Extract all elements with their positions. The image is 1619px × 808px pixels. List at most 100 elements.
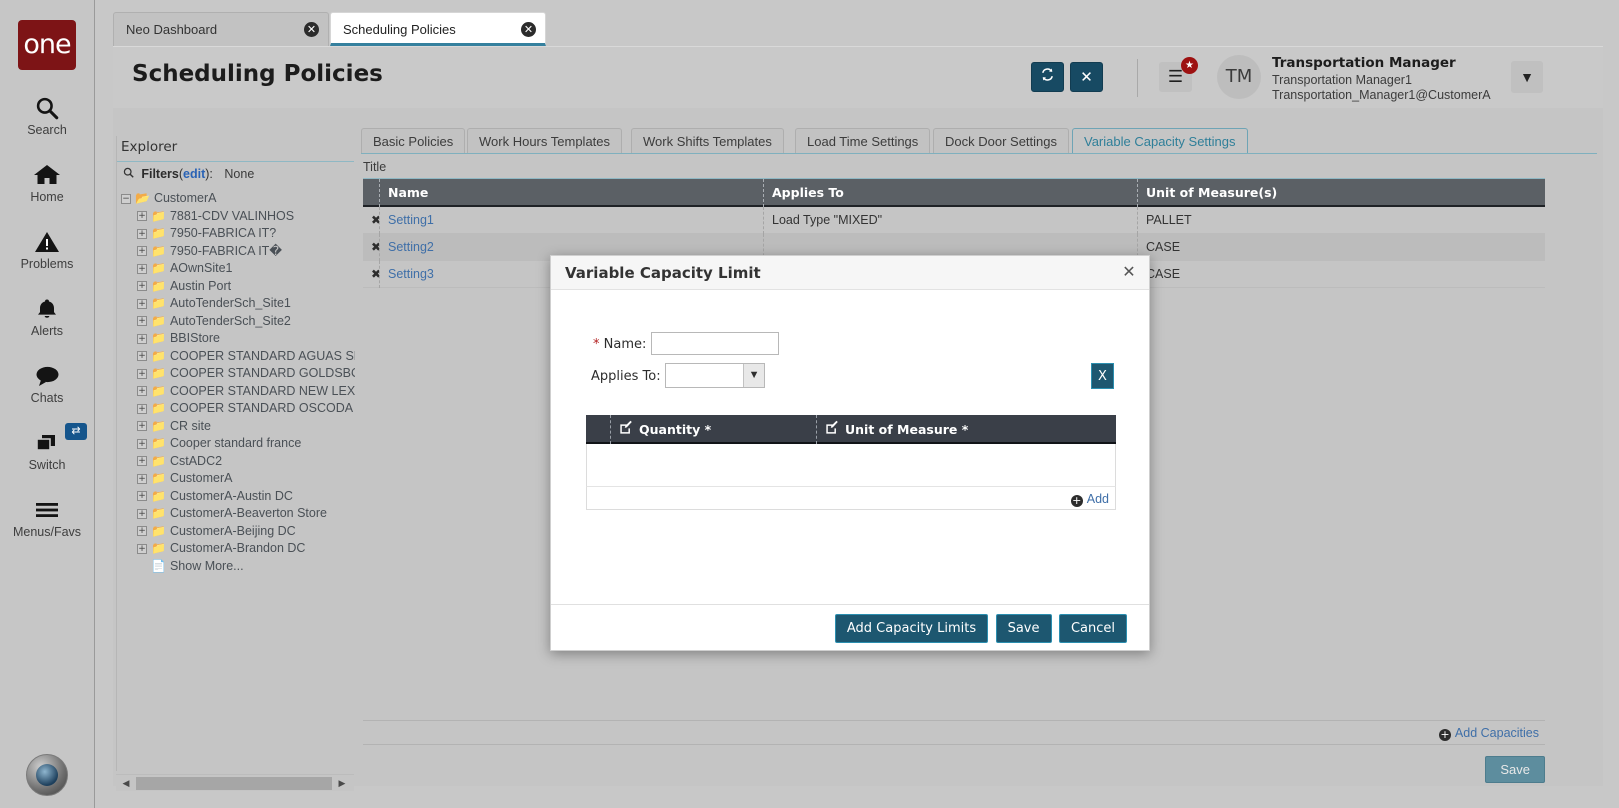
tab-work-hours-templates[interactable]: Work Hours Templates: [467, 128, 623, 154]
tree-node[interactable]: + 📁 CustomerA-Beaverton Store: [117, 505, 355, 523]
row-name-link[interactable]: Setting1: [388, 213, 434, 227]
add-capacities-link[interactable]: + Add Capacities: [1438, 726, 1545, 741]
rail-item-label: Problems: [20, 257, 74, 271]
close-icon[interactable]: ✕: [521, 22, 536, 37]
close-icon[interactable]: ✕: [304, 22, 319, 37]
rail-item-menus-favs[interactable]: Menus/Favs: [0, 494, 94, 539]
expand-toggle-icon[interactable]: +: [137, 211, 147, 222]
expand-toggle-icon[interactable]: +: [137, 298, 147, 309]
tab-load-time-settings[interactable]: Load Time Settings: [795, 128, 931, 154]
collapse-toggle-icon[interactable]: −: [121, 193, 131, 204]
expand-toggle-icon[interactable]: +: [137, 438, 147, 449]
tree-node-label: 7950-FABRICA IT?: [169, 226, 277, 240]
policy-tabs: Basic Policies Work Hours Templates Work…: [361, 128, 1597, 154]
close-icon-button[interactable]: ✕: [1070, 62, 1103, 92]
expand-toggle-icon[interactable]: +: [137, 473, 147, 484]
tree-node[interactable]: + 📁 CustomerA-Beijing DC: [117, 523, 355, 541]
tree-node[interactable]: + 📁 AutoTenderSch_Site1: [117, 295, 355, 313]
dialog-header: Variable Capacity Limit ✕: [551, 256, 1149, 290]
rail-item-problems[interactable]: Problems: [0, 226, 94, 271]
expand-toggle-icon[interactable]: +: [137, 281, 147, 292]
expand-toggle-icon[interactable]: +: [137, 421, 147, 432]
tree-node[interactable]: + 📁 AOwnSite1: [117, 260, 355, 278]
tree-node-show-more[interactable]: 📄 Show More...: [117, 558, 355, 576]
filters-value: None: [224, 167, 255, 181]
filters-edit-link[interactable]: edit: [183, 167, 205, 181]
expand-toggle-icon[interactable]: +: [137, 403, 147, 414]
tree-node[interactable]: + 📁 CustomerA-Austin DC: [117, 488, 355, 506]
expand-toggle-icon[interactable]: +: [137, 543, 147, 554]
rail-item-chats[interactable]: Chats: [0, 360, 94, 405]
expand-toggle-icon[interactable]: +: [137, 491, 147, 502]
tree-node-label: CustomerA: [169, 471, 233, 485]
tree-node[interactable]: + 📁 Cooper standard france: [117, 435, 355, 453]
expand-toggle-icon[interactable]: +: [137, 228, 147, 239]
row-name-link[interactable]: Setting2: [388, 240, 434, 254]
expand-toggle-icon[interactable]: +: [137, 316, 147, 327]
tree-node[interactable]: + 📁 7881-CDV VALINHOS: [117, 208, 355, 226]
column-header-unit-of-measure[interactable]: Unit of Measure(s): [1137, 179, 1527, 207]
scrollbar-thumb[interactable]: [136, 777, 332, 790]
chevron-down-icon[interactable]: ▼: [1511, 61, 1543, 93]
column-header-name[interactable]: Name: [379, 179, 763, 207]
name-input[interactable]: [650, 332, 779, 355]
remove-applies-to-button[interactable]: X: [1091, 363, 1114, 389]
rail-item-search[interactable]: Search: [0, 92, 94, 137]
tab-variable-capacity-settings[interactable]: Variable Capacity Settings: [1072, 128, 1248, 154]
add-capacity-row-link[interactable]: + Add: [1070, 492, 1115, 507]
browser-tab-scheduling-policies[interactable]: Scheduling Policies ✕: [330, 12, 546, 46]
header-divider: [1137, 59, 1138, 97]
tree-node[interactable]: − 📂 CustomerA: [117, 190, 355, 208]
tree-node[interactable]: + 📁 CstADC2: [117, 453, 355, 471]
expand-toggle-icon[interactable]: +: [137, 333, 147, 344]
rail-item-home[interactable]: Home: [0, 159, 94, 204]
tree-node[interactable]: + 📁 BBIStore: [117, 330, 355, 348]
row-name-link[interactable]: Setting3: [388, 267, 434, 281]
expand-toggle-icon[interactable]: +: [137, 246, 147, 257]
applies-to-select[interactable]: [665, 363, 766, 388]
add-capacity-limits-button[interactable]: Add Capacity Limits: [834, 614, 989, 643]
scroll-right-icon[interactable]: ▶: [334, 775, 350, 792]
tab-basic-policies[interactable]: Basic Policies: [361, 128, 466, 154]
expand-toggle-icon[interactable]: +: [137, 386, 147, 397]
tree-node[interactable]: + 📁 CustomerA: [117, 470, 355, 488]
expand-toggle-icon[interactable]: +: [137, 368, 147, 379]
close-icon[interactable]: ✕: [1119, 262, 1139, 282]
expand-toggle-icon[interactable]: +: [137, 351, 147, 362]
refresh-icon-button[interactable]: [1031, 62, 1064, 92]
rail-item-switch[interactable]: ⇄ Switch: [0, 423, 94, 472]
tree-node[interactable]: + 📁COOPER STANDARD NEW LEXINGTON: [117, 383, 355, 401]
tab-work-shifts-templates[interactable]: Work Shifts Templates: [631, 128, 784, 154]
tree-node[interactable]: + 📁COOPER STANDARD AGUAS SEALING (S: [117, 348, 355, 366]
table-row[interactable]: ✖ Setting1 Load Type "MIXED" PALLET: [363, 207, 1545, 234]
tree-node[interactable]: + 📁 7950-FABRICA IT�: [117, 243, 355, 261]
tree-node[interactable]: + 📁COOPER STANDARD GOLDSBORO: [117, 365, 355, 383]
tree-node[interactable]: + 📁 CR site: [117, 418, 355, 436]
tree-node[interactable]: + 📁 7950-FABRICA IT?: [117, 225, 355, 243]
column-header-unit-of-measure[interactable]: Unit of Measure *: [816, 415, 1092, 444]
expand-toggle-icon[interactable]: +: [137, 263, 147, 274]
explorer-horizontal-scrollbar[interactable]: ◀ ▶: [116, 774, 354, 791]
brand-logo[interactable]: one: [18, 20, 76, 70]
save-button[interactable]: Save: [1485, 756, 1545, 783]
tree-node[interactable]: + 📁 Austin Port: [117, 278, 355, 296]
column-header-applies-to[interactable]: Applies To: [763, 179, 1137, 207]
expand-toggle-icon[interactable]: +: [137, 508, 147, 519]
tree-node[interactable]: + 📁 CustomerA-Brandon DC: [117, 540, 355, 558]
column-header-quantity[interactable]: Quantity *: [610, 415, 816, 444]
search-icon: [0, 92, 94, 122]
scroll-left-icon[interactable]: ◀: [118, 775, 134, 792]
dialog-save-button[interactable]: Save: [995, 614, 1052, 643]
avatar[interactable]: TM: [1217, 55, 1261, 99]
explorer-tree[interactable]: − 📂 CustomerA + 📁 7881-CDV VALINHOS + 📁 7950-F…: [117, 188, 355, 732]
rail-item-alerts[interactable]: Alerts: [0, 293, 94, 338]
tree-node[interactable]: + 📁 AutoTenderSch_Site2: [117, 313, 355, 331]
capacity-grid-header-row: Quantity * Unit of Measure *: [586, 415, 1116, 444]
expand-toggle-icon[interactable]: +: [137, 526, 147, 537]
tab-dock-door-settings[interactable]: Dock Door Settings: [933, 128, 1069, 154]
tree-node[interactable]: + 📁 COOPER STANDARD OSCODA: [117, 400, 355, 418]
expand-toggle-icon[interactable]: +: [137, 456, 147, 467]
browser-tab-neo-dashboard[interactable]: Neo Dashboard ✕: [113, 12, 329, 46]
rail-user-avatar[interactable]: [26, 754, 68, 796]
dialog-cancel-button[interactable]: Cancel: [1058, 614, 1127, 643]
